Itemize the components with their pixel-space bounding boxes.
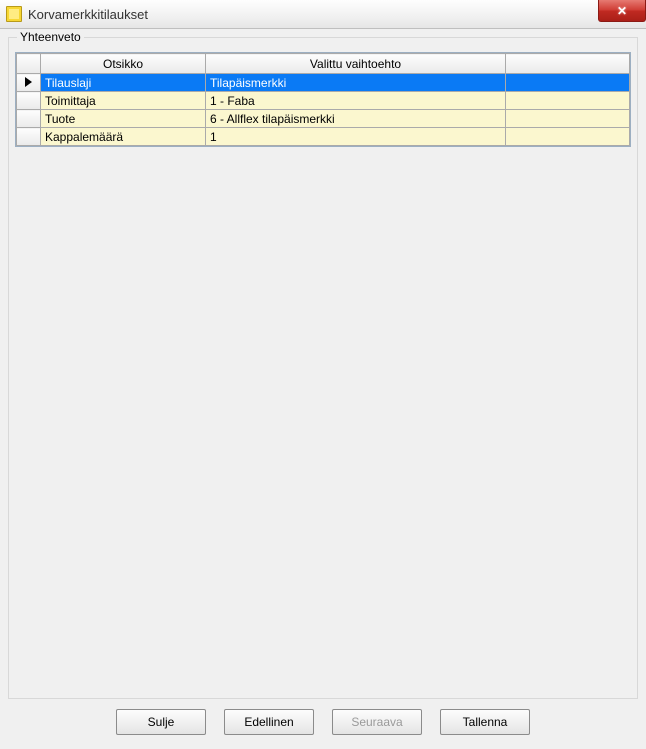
app-icon [6, 6, 22, 22]
cell-valittu[interactable]: 6 - Allflex tilapäismerkki [206, 110, 506, 128]
cell-trailing[interactable] [506, 128, 630, 146]
table-row[interactable]: Toimittaja 1 - Faba [17, 92, 630, 110]
close-dialog-button[interactable]: Sulje [116, 709, 206, 735]
column-header-otsikko[interactable]: Otsikko [41, 54, 206, 74]
column-header-valittu[interactable]: Valittu vaihtoehto [206, 54, 506, 74]
grid-header-row: Otsikko Valittu vaihtoehto [17, 54, 630, 74]
row-selector[interactable] [17, 92, 41, 110]
row-selector[interactable] [17, 110, 41, 128]
next-button: Seuraava [332, 709, 422, 735]
cell-otsikko[interactable]: Kappalemäärä [41, 128, 206, 146]
current-row-arrow-icon [25, 77, 32, 87]
cell-otsikko[interactable]: Tilauslaji [41, 74, 206, 92]
fieldset-legend: Yhteenveto [17, 30, 84, 44]
row-selector[interactable] [17, 128, 41, 146]
close-button[interactable]: ✕ [598, 0, 646, 22]
button-bar: Sulje Edellinen Seuraava Tallenna [8, 699, 638, 741]
cell-otsikko[interactable]: Toimittaja [41, 92, 206, 110]
column-header-trailing[interactable] [506, 54, 630, 74]
cell-otsikko[interactable]: Tuote [41, 110, 206, 128]
summary-grid[interactable]: Otsikko Valittu vaihtoehto Tilauslaji Ti… [15, 52, 631, 147]
cell-valittu[interactable]: Tilapäismerkki [206, 74, 506, 92]
close-icon: ✕ [617, 4, 627, 18]
summary-fieldset: Yhteenveto Otsikko Valittu vaihtoehto [8, 37, 638, 699]
content-area: Yhteenveto Otsikko Valittu vaihtoehto [0, 29, 646, 749]
cell-trailing[interactable] [506, 92, 630, 110]
cell-valittu[interactable]: 1 [206, 128, 506, 146]
cell-trailing[interactable] [506, 74, 630, 92]
previous-button[interactable]: Edellinen [224, 709, 314, 735]
row-selector[interactable] [17, 74, 41, 92]
table-row[interactable]: Kappalemäärä 1 [17, 128, 630, 146]
table-row[interactable]: Tilauslaji Tilapäismerkki [17, 74, 630, 92]
column-header-selector[interactable] [17, 54, 41, 74]
cell-trailing[interactable] [506, 110, 630, 128]
cell-valittu[interactable]: 1 - Faba [206, 92, 506, 110]
titlebar: Korvamerkkitilaukset ✕ [0, 0, 646, 29]
save-button[interactable]: Tallenna [440, 709, 530, 735]
table-row[interactable]: Tuote 6 - Allflex tilapäismerkki [17, 110, 630, 128]
window-title: Korvamerkkitilaukset [28, 7, 148, 22]
